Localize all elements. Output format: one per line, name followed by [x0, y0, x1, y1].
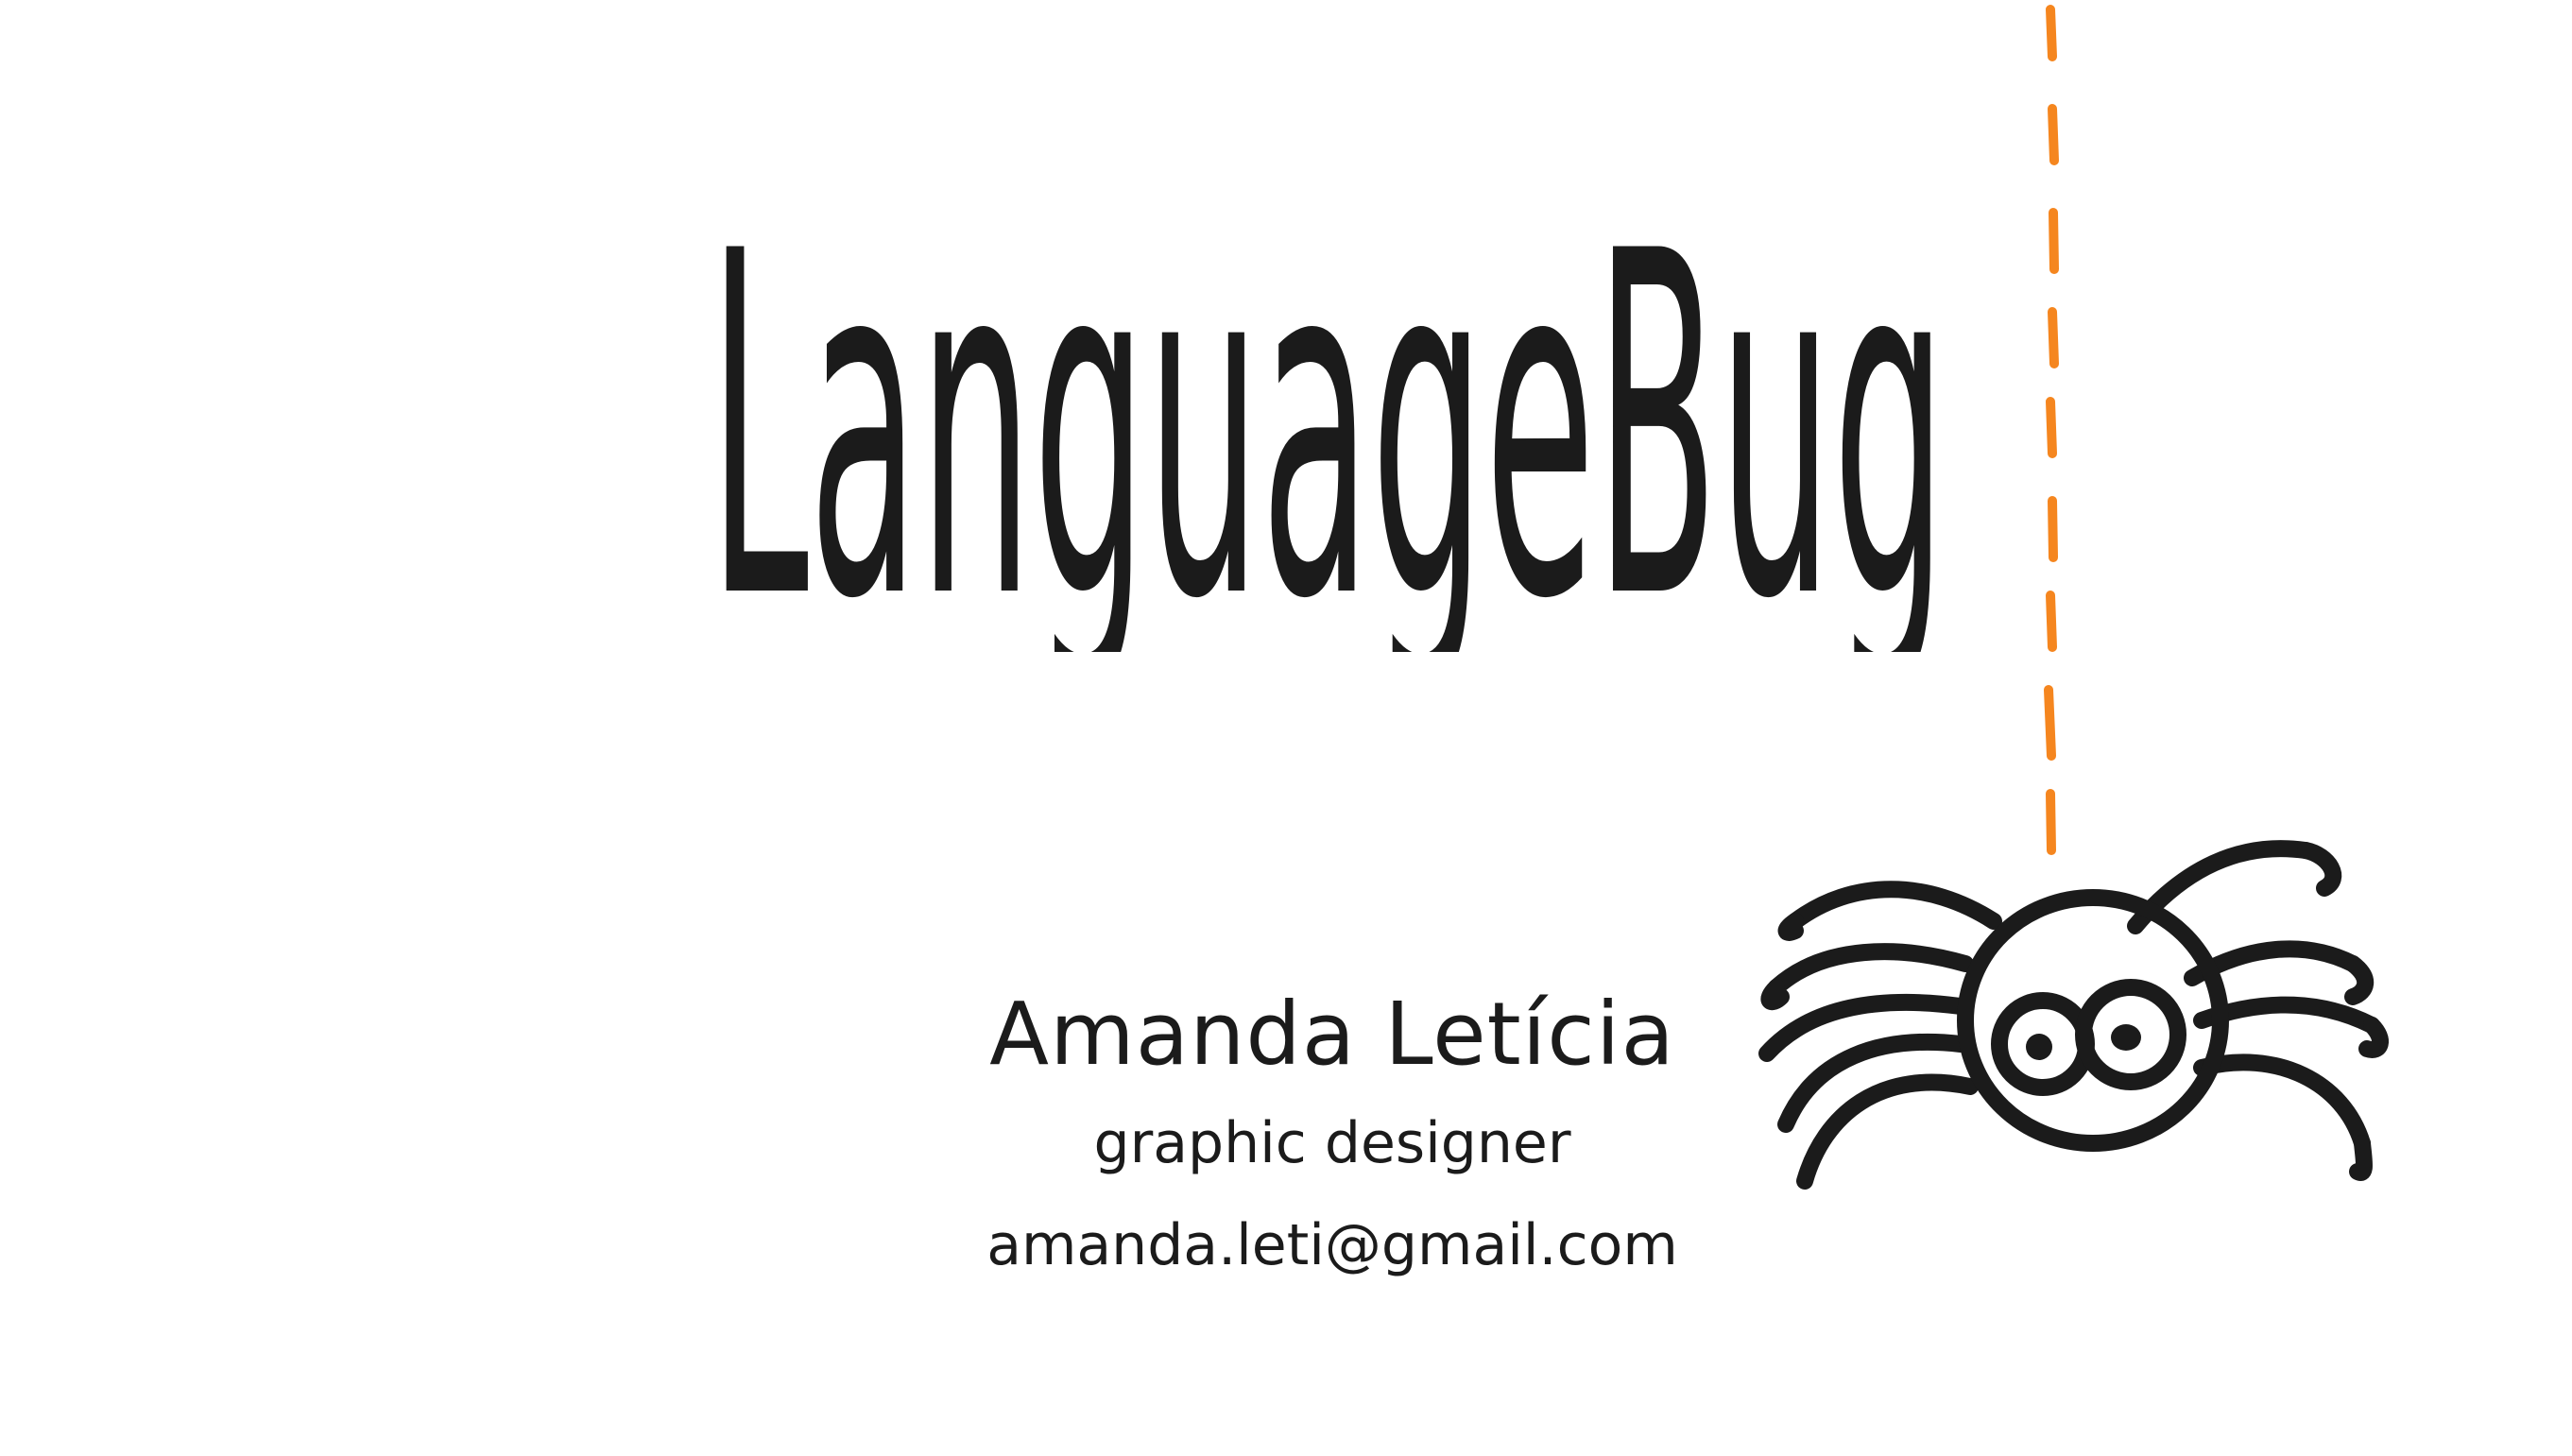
contact-block: Amanda Letícia graphic designer amanda.l… [973, 983, 1691, 1283]
email-address[interactable]: amanda.leti@gmail.com [973, 1208, 1691, 1283]
person-name: Amanda Letícia [989, 984, 1675, 1085]
spider-icon [1739, 813, 2419, 1209]
spider-thread [2032, 0, 2069, 869]
business-card: LanguageBug Amanda Letícia graphic desig… [0, 0, 2572, 1456]
person-role: graphic designer [1093, 1110, 1571, 1176]
brand-wordmark: LanguageBug [709, 236, 1946, 652]
thread-line [2044, 5, 2059, 855]
spider-illustration [1758, 840, 2389, 1190]
brand-name: LanguageBug [709, 236, 1946, 652]
brand-logo: LanguageBug [699, 236, 1956, 652]
